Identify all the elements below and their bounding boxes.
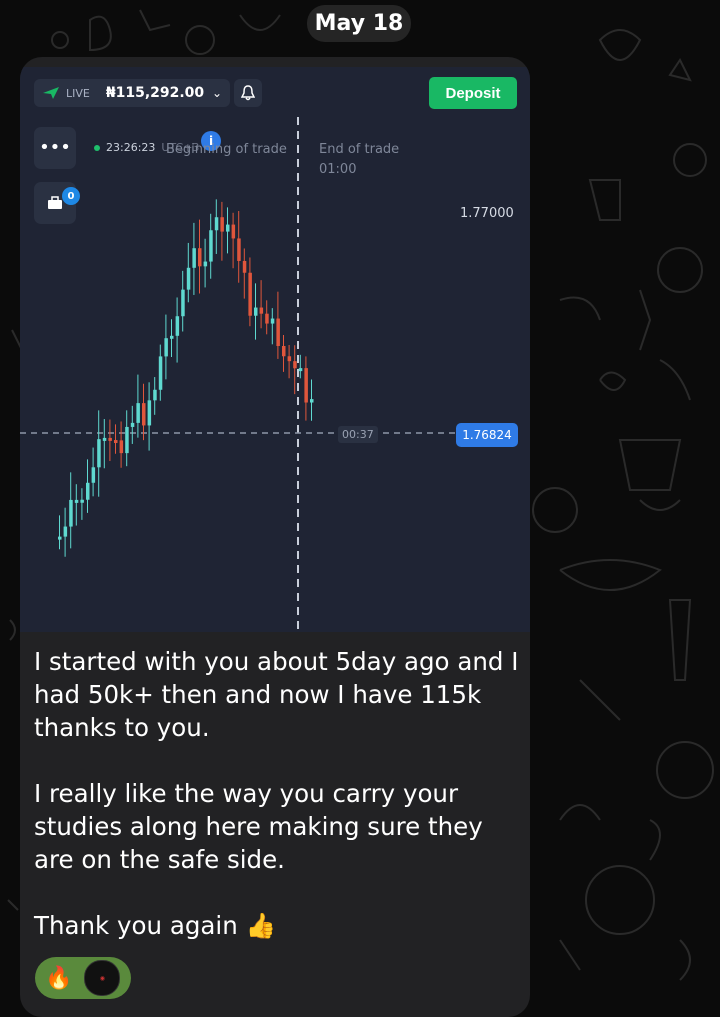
top-bar: LIVE ₦115,292.00 ⌄ Deposit bbox=[20, 67, 530, 117]
current-price-tag: 1.76824 bbox=[456, 423, 518, 447]
candle-body bbox=[80, 499, 84, 503]
account-switcher[interactable]: LIVE ₦115,292.00 ⌄ bbox=[34, 79, 230, 107]
candle-body bbox=[298, 368, 303, 372]
candle-body bbox=[259, 307, 264, 314]
candle-body bbox=[74, 499, 79, 503]
trading-screenshot[interactable]: LIVE ₦115,292.00 ⌄ Deposit ••• 0 23:26:2… bbox=[20, 67, 530, 632]
candle-body bbox=[97, 439, 101, 468]
candle-body bbox=[287, 356, 292, 362]
candle-body bbox=[119, 440, 124, 454]
more-dots-icon: ••• bbox=[39, 137, 71, 158]
candle-body bbox=[214, 217, 219, 231]
candle-body bbox=[242, 260, 247, 273]
message-paragraph: Thank you again 👍 bbox=[34, 911, 277, 940]
candle-body bbox=[293, 361, 297, 369]
candle-body bbox=[276, 318, 280, 347]
bell-icon bbox=[241, 85, 255, 101]
candle-body bbox=[248, 272, 252, 316]
candle-body bbox=[254, 307, 258, 316]
candle-body bbox=[192, 248, 196, 268]
candle-body bbox=[136, 403, 140, 423]
candle-body bbox=[153, 389, 157, 401]
deposit-button[interactable]: Deposit bbox=[429, 77, 517, 109]
candle-body bbox=[198, 248, 202, 267]
candle-body bbox=[304, 368, 308, 403]
candle-body bbox=[63, 526, 68, 537]
briefcase-icon bbox=[48, 196, 62, 209]
candle-body bbox=[125, 426, 129, 454]
candle-body bbox=[114, 440, 118, 444]
candle-body bbox=[175, 316, 180, 336]
account-balance: ₦115,292.00 bbox=[105, 85, 205, 101]
candle-body bbox=[58, 536, 62, 540]
candle-body bbox=[209, 230, 213, 262]
candle-body bbox=[237, 238, 241, 261]
date-separator: May 18 bbox=[307, 5, 411, 42]
candle-body bbox=[164, 338, 168, 357]
reactor-avatar: ◉ bbox=[84, 960, 121, 996]
candle-body bbox=[130, 422, 135, 427]
candle-body bbox=[203, 261, 208, 267]
status-dot bbox=[94, 144, 100, 151]
candle-body bbox=[86, 482, 90, 500]
menu-button[interactable]: ••• bbox=[34, 127, 76, 169]
candle-body bbox=[158, 356, 163, 390]
candle-body bbox=[181, 289, 185, 317]
portfolio-count-badge: 0 bbox=[62, 187, 80, 205]
candle-body bbox=[147, 400, 152, 426]
candle-body bbox=[170, 335, 174, 339]
candle-body bbox=[226, 224, 230, 232]
candle-body bbox=[310, 399, 314, 403]
chevron-down-icon: ⌄ bbox=[211, 86, 222, 100]
price-axis-label: 1.77000 bbox=[460, 206, 514, 221]
trade-begin-label: Beginning of trade bbox=[166, 142, 287, 157]
message-bubble: LIVE ₦115,292.00 ⌄ Deposit ••• 0 23:26:2… bbox=[20, 57, 530, 1017]
message-text: I started with you about 5day ago and I … bbox=[34, 645, 522, 975]
send-icon bbox=[43, 87, 59, 99]
countdown-tag: 00:37 bbox=[338, 426, 378, 443]
message-paragraph: I really like the way you carry your stu… bbox=[34, 779, 483, 874]
message-paragraph: I started with you about 5day ago and I … bbox=[34, 647, 519, 742]
candle-body bbox=[265, 313, 269, 324]
candle-body bbox=[108, 437, 112, 441]
trade-end-label: End of trade bbox=[319, 142, 400, 157]
reaction-chip[interactable]: 🔥 ◉ bbox=[35, 957, 131, 999]
candle-body bbox=[231, 224, 236, 239]
candle-body bbox=[186, 267, 191, 290]
candle-body bbox=[69, 499, 73, 527]
account-mode: LIVE bbox=[66, 86, 90, 100]
clock-time: 23:26:23 bbox=[106, 141, 156, 154]
candle-body bbox=[282, 346, 286, 357]
candle-body bbox=[270, 318, 275, 324]
candle-body bbox=[142, 403, 146, 426]
candle-body bbox=[220, 217, 224, 232]
notification-button[interactable] bbox=[234, 79, 262, 107]
candle-body bbox=[102, 437, 107, 441]
trade-end-time: 01:00 bbox=[319, 162, 357, 177]
fire-emoji: 🔥 bbox=[45, 965, 73, 991]
candle-body bbox=[91, 467, 96, 483]
